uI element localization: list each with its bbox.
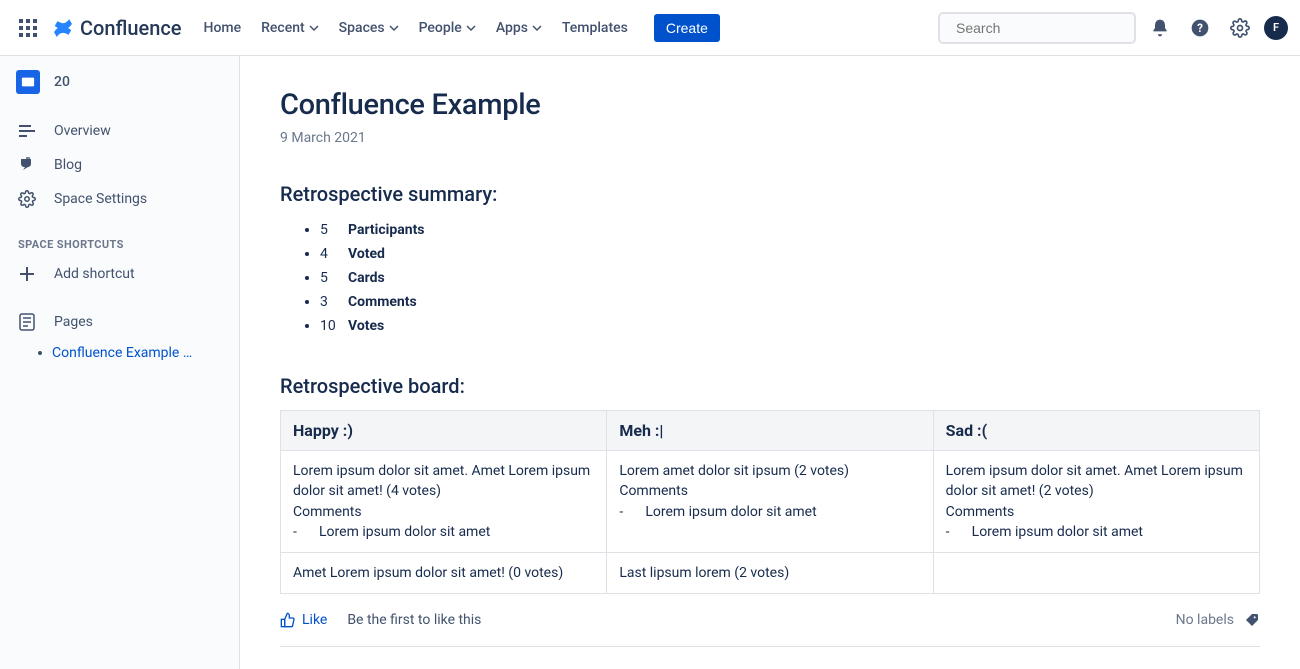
summary-list: 5Participants 4Voted 5Cards 3Comments 10… [320, 218, 1260, 338]
primary-nav: Home Recent Spaces People Apps Templates [194, 14, 638, 42]
svg-text:?: ? [1197, 21, 1203, 35]
sidebar-overview[interactable]: Overview [0, 114, 239, 148]
board-heading: Retrospective board: [280, 374, 1260, 398]
user-avatar[interactable]: F [1264, 16, 1288, 40]
nav-left: Confluence Home Recent Spaces People App… [12, 12, 720, 44]
confluence-icon [52, 17, 74, 39]
board-cell: Lorem amet dolor sit ipsum (2 votes) Com… [607, 451, 933, 553]
nav-right: ? F [938, 12, 1288, 44]
card-text: Lorem ipsum dolor sit amet. Amet Lorem i… [293, 461, 594, 502]
sidebar-shortcuts-label: SPACE SHORTCUTS [0, 216, 239, 257]
chevron-down-icon [309, 23, 319, 33]
board-cell: Amet Lorem ipsum dolor sit amet! (0 vote… [281, 553, 607, 594]
like-button[interactable]: Like [280, 612, 327, 628]
space-sidebar: 20 Overview Blog Space Settings SPACE SH… [0, 56, 240, 669]
search-input[interactable] [956, 20, 1137, 36]
sidebar-item-label: Space Settings [54, 191, 147, 207]
chevron-down-icon [389, 23, 399, 33]
space-icon [16, 70, 40, 94]
sidebar-blog[interactable]: Blog [0, 148, 239, 182]
sidebar-item-label: Overview [54, 123, 111, 139]
chevron-down-icon [466, 23, 476, 33]
pages-icon [18, 313, 36, 331]
global-nav: Confluence Home Recent Spaces People App… [0, 0, 1300, 56]
summary-item: 5Participants [320, 218, 1260, 242]
sidebar-add-shortcut[interactable]: Add shortcut [0, 257, 239, 291]
like-status: Be the first to like this [347, 612, 481, 628]
page-footer: Like Be the first to like this No labels [280, 612, 1260, 628]
nav-people[interactable]: People [409, 14, 486, 42]
card-text: Lorem amet dolor sit ipsum (2 votes) [619, 461, 920, 481]
sidebar-item-label: Blog [54, 157, 82, 173]
labels-status: No labels [1176, 612, 1234, 628]
card-text: Amet Lorem ipsum dolor sit amet! (0 vote… [293, 563, 594, 583]
nav-spaces[interactable]: Spaces [329, 14, 409, 42]
settings-icon[interactable] [1224, 12, 1256, 44]
board-column-header: Sad :( [933, 411, 1259, 451]
page-date: 9 March 2021 [280, 130, 1260, 146]
retro-board-table: Happy :) Meh :| Sad :( Lorem ipsum dolor… [280, 410, 1260, 594]
summary-item: 3Comments [320, 290, 1260, 314]
board-cell: Lorem ipsum dolor sit amet. Amet Lorem i… [933, 451, 1259, 553]
page-tree-item[interactable]: Confluence Example … [0, 341, 239, 365]
summary-item: 5Cards [320, 266, 1260, 290]
bullet-icon [38, 351, 42, 355]
board-cell: Last lipsum lorem (2 votes) [607, 553, 933, 594]
like-label: Like [302, 612, 327, 628]
sidebar-pages[interactable]: Pages [0, 305, 239, 339]
nav-apps[interactable]: Apps [486, 14, 552, 42]
plus-icon [18, 265, 36, 283]
space-header[interactable]: 20 [0, 64, 239, 100]
help-icon[interactable]: ? [1184, 12, 1216, 44]
board-cell: Lorem ipsum dolor sit amet. Amet Lorem i… [281, 451, 607, 553]
summary-heading: Retrospective summary: [280, 182, 1260, 206]
summary-item: 10Votes [320, 314, 1260, 338]
blog-icon [18, 156, 36, 174]
nav-templates[interactable]: Templates [552, 14, 638, 42]
sidebar-item-label: Add shortcut [54, 266, 135, 282]
card-comments-label: Comments [619, 481, 920, 501]
board-row: Amet Lorem ipsum dolor sit amet! (0 vote… [281, 553, 1260, 594]
global-search[interactable] [938, 12, 1136, 44]
sidebar-item-label: Pages [54, 314, 93, 330]
board-column-header: Happy :) [281, 411, 607, 451]
sidebar-space-settings[interactable]: Space Settings [0, 182, 239, 216]
board-column-header: Meh :| [607, 411, 933, 451]
labels-icon[interactable] [1244, 612, 1260, 628]
board-row: Lorem ipsum dolor sit amet. Amet Lorem i… [281, 451, 1260, 553]
card-comments-label: Comments [293, 502, 594, 522]
page-tree-label: Confluence Example … [52, 345, 192, 361]
space-name: 20 [54, 74, 70, 90]
page-content: Confluence Example 9 March 2021 Retrospe… [240, 56, 1300, 669]
thumbs-up-icon [280, 612, 296, 628]
product-logo[interactable]: Confluence [52, 16, 182, 40]
overview-icon [18, 122, 36, 140]
chevron-down-icon [532, 23, 542, 33]
card-comment: -Lorem ipsum dolor sit amet [619, 502, 920, 522]
card-comment: -Lorem ipsum dolor sit amet [293, 522, 594, 542]
product-name: Confluence [80, 16, 182, 40]
app-switcher-icon[interactable] [12, 12, 44, 44]
nav-home[interactable]: Home [194, 14, 252, 42]
card-comments-label: Comments [946, 502, 1247, 522]
summary-item: 4Voted [320, 242, 1260, 266]
create-button[interactable]: Create [654, 14, 720, 42]
footer-divider [280, 646, 1260, 647]
card-text: Last lipsum lorem (2 votes) [619, 563, 920, 583]
card-comment: -Lorem ipsum dolor sit amet [946, 522, 1247, 542]
card-text: Lorem ipsum dolor sit amet. Amet Lorem i… [946, 461, 1247, 502]
board-cell [933, 553, 1259, 594]
notifications-icon[interactable] [1144, 12, 1176, 44]
nav-recent[interactable]: Recent [251, 14, 329, 42]
page-title: Confluence Example [280, 88, 1260, 122]
gear-icon [18, 190, 36, 208]
